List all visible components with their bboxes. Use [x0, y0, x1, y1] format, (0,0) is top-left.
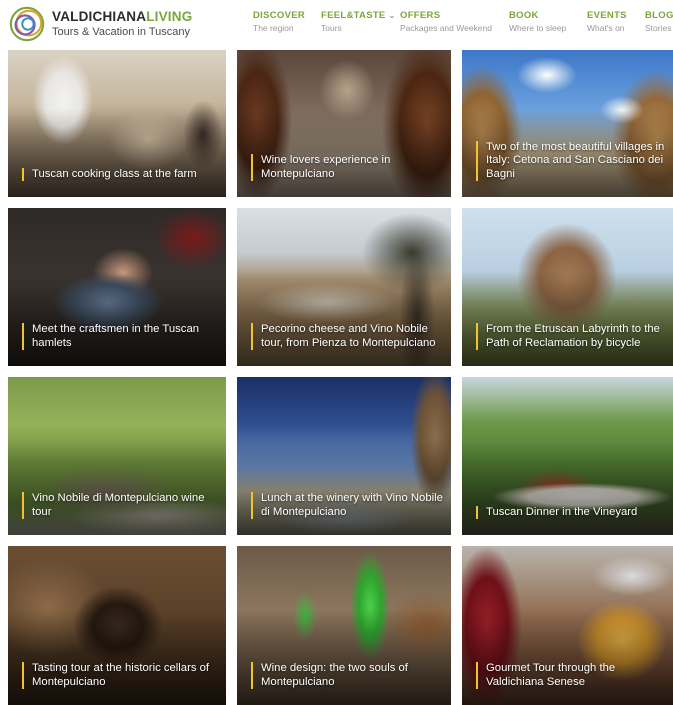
- nav-sublabel: The region: [253, 23, 294, 33]
- caption-shade: [8, 271, 226, 366]
- tour-title: Tuscan Dinner in the Vineyard: [476, 505, 665, 519]
- tour-card[interactable]: Two of the most beautiful villages in It…: [462, 50, 673, 197]
- tour-title: Tasting tour at the historic cellars of …: [22, 662, 218, 689]
- caption-shade: [237, 108, 451, 197]
- tour-card[interactable]: Pecorino cheese and Vino Nobile tour, fr…: [237, 208, 451, 366]
- tour-card[interactable]: Tuscan Dinner in the Vineyard: [462, 377, 673, 535]
- tour-title: Two of the most beautiful villages in It…: [476, 140, 665, 181]
- tour-title: Lunch at the winery with Vino Nobile di …: [251, 492, 443, 519]
- caption-shade: [237, 271, 451, 366]
- tour-card[interactable]: Vino Nobile di Montepulciano wine tour: [8, 377, 226, 535]
- chevron-down-icon: ⌄: [388, 11, 396, 20]
- caption-shade: [462, 271, 673, 366]
- nav-sublabel: Packages and Weekend: [400, 23, 492, 33]
- tour-title: From the Etruscan Labyrinth to the Path …: [476, 323, 665, 350]
- tour-title: Wine design: the two souls of Montepulci…: [251, 662, 443, 689]
- nav-label: OFFERS: [400, 10, 441, 21]
- caption-shade: [462, 440, 673, 535]
- nav-label-text: FEEL&TASTE: [321, 10, 386, 21]
- nav-item-discover[interactable]: DISCOVER The region: [253, 10, 305, 33]
- nav-label: FEEL&TASTE ⌄: [321, 10, 396, 21]
- nav-item-feel-taste[interactable]: FEEL&TASTE ⌄ Tours: [321, 10, 396, 33]
- caption-shade: [8, 108, 226, 197]
- caption-shade: [237, 440, 451, 535]
- tour-card[interactable]: Meet the craftsmen in the Tuscan hamlets: [8, 208, 226, 366]
- nav-label: DISCOVER: [253, 10, 306, 21]
- site-header: VALDICHIANALIVING Tours & Vacation in Tu…: [0, 0, 673, 48]
- tour-card[interactable]: Lunch at the winery with Vino Nobile di …: [237, 377, 451, 535]
- tour-title: Tuscan cooking class at the farm: [22, 167, 218, 181]
- tour-title: Wine lovers experience in Montepulciano: [251, 154, 443, 181]
- nav-sublabel: Stories: [645, 23, 672, 33]
- nav-item-events[interactable]: EVENTS What's on: [587, 10, 627, 33]
- nav-label: EVENTS: [587, 10, 627, 21]
- nav-sublabel: Tours: [321, 23, 342, 33]
- tour-title: Pecorino cheese and Vino Nobile tour, fr…: [251, 323, 443, 350]
- tour-card[interactable]: Wine design: the two souls of Montepulci…: [237, 546, 451, 705]
- nav-sublabel: Where to sleep: [509, 23, 567, 33]
- nav-item-offers[interactable]: OFFERS Packages and Weekend: [400, 10, 492, 33]
- logo-rings-icon: [9, 6, 45, 42]
- tour-title: Gourmet Tour through the Valdichiana Sen…: [476, 662, 665, 689]
- brand-name: VALDICHIANALIVING: [52, 8, 193, 25]
- nav-label: BOOK: [509, 10, 539, 21]
- tour-card[interactable]: Tuscan cooking class at the farm: [8, 50, 226, 197]
- tour-card[interactable]: Wine lovers experience in Montepulciano: [237, 50, 451, 197]
- tour-title: Meet the craftsmen in the Tuscan hamlets: [22, 323, 218, 350]
- tour-card[interactable]: Gourmet Tour through the Valdichiana Sen…: [462, 546, 673, 705]
- tour-card[interactable]: Tasting tour at the historic cellars of …: [8, 546, 226, 705]
- tour-card[interactable]: From the Etruscan Labyrinth to the Path …: [462, 208, 673, 366]
- tour-title: Vino Nobile di Montepulciano wine tour: [22, 492, 218, 519]
- caption-shade: [8, 440, 226, 535]
- brand-name-part2: LIVING: [146, 8, 193, 24]
- nav-item-book[interactable]: BOOK Where to sleep: [509, 10, 566, 33]
- nav-item-blog[interactable]: BLOG Stories: [645, 10, 673, 33]
- nav-sublabel: What's on: [587, 23, 625, 33]
- brand-name-part1: VALDICHIANA: [52, 8, 147, 24]
- brand-tagline: Tours & Vacation in Tuscany: [52, 26, 190, 39]
- caption-shade: [8, 609, 226, 705]
- caption-shade: [237, 609, 451, 705]
- site-logo[interactable]: VALDICHIANALIVING Tours & Vacation in Tu…: [8, 4, 208, 44]
- caption-shade: [462, 609, 673, 705]
- nav-label: BLOG: [645, 10, 673, 21]
